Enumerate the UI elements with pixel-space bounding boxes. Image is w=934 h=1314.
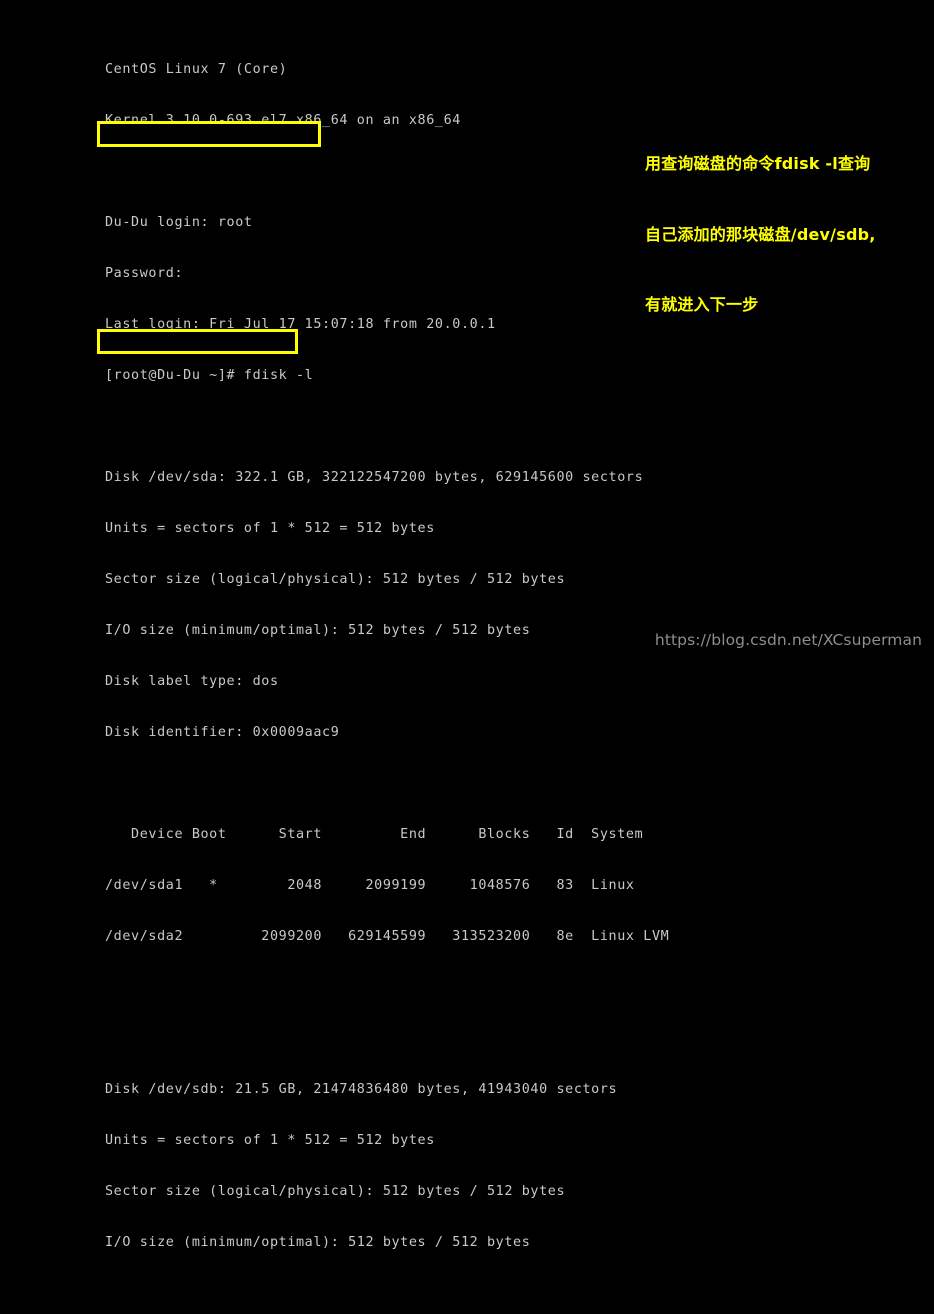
terminal-line: I/O size (minimum/optimal): 512 bytes / … xyxy=(105,1235,531,1250)
terminal-line-disk-sda: Disk /dev/sda: 322.1 GB, 322122547200 by… xyxy=(105,470,644,485)
terminal-line: Sector size (logical/physical): 512 byte… xyxy=(105,1184,566,1199)
watermark: https://blog.csdn.net/XCsuperman xyxy=(654,631,922,649)
terminal-line-disk-sdb: Disk /dev/sdb: 21.5 GB, 21474836480 byte… xyxy=(105,1082,618,1097)
annotation-line: 用查询磁盘的命令fdisk -l查询 xyxy=(645,154,871,173)
annotation-text: 用查询磁盘的命令fdisk -l查询 自己添加的那块磁盘/dev/sdb, 有就… xyxy=(645,105,876,364)
terminal-line: Sector size (logical/physical): 512 byte… xyxy=(105,572,566,587)
terminal-window[interactable]: CentOS Linux 7 (Core) Kernel 3.10.0-693.… xyxy=(0,0,934,1250)
terminal-line: Disk label type: dos xyxy=(105,674,279,689)
partition-table-header: Device Boot Start End Blocks Id System xyxy=(105,827,644,842)
terminal-line: Disk identifier: 0x0009aac9 xyxy=(105,725,340,740)
annotation-line: 有就进入下一步 xyxy=(645,295,759,314)
table-row: /dev/sda2 2099200 629145599 313523200 8e… xyxy=(105,929,670,944)
terminal-line: CentOS Linux 7 (Core) xyxy=(105,62,288,77)
annotation-line: 自己添加的那块磁盘/dev/sdb, xyxy=(645,224,876,244)
terminal-line: Units = sectors of 1 * 512 = 512 bytes xyxy=(105,1133,435,1148)
terminal-line: Units = sectors of 1 * 512 = 512 bytes xyxy=(105,521,435,536)
table-row: /dev/sda1 * 2048 2099199 1048576 83 Linu… xyxy=(105,878,635,893)
terminal-line-command: [root@Du-Du ~]# fdisk -l xyxy=(105,368,314,383)
